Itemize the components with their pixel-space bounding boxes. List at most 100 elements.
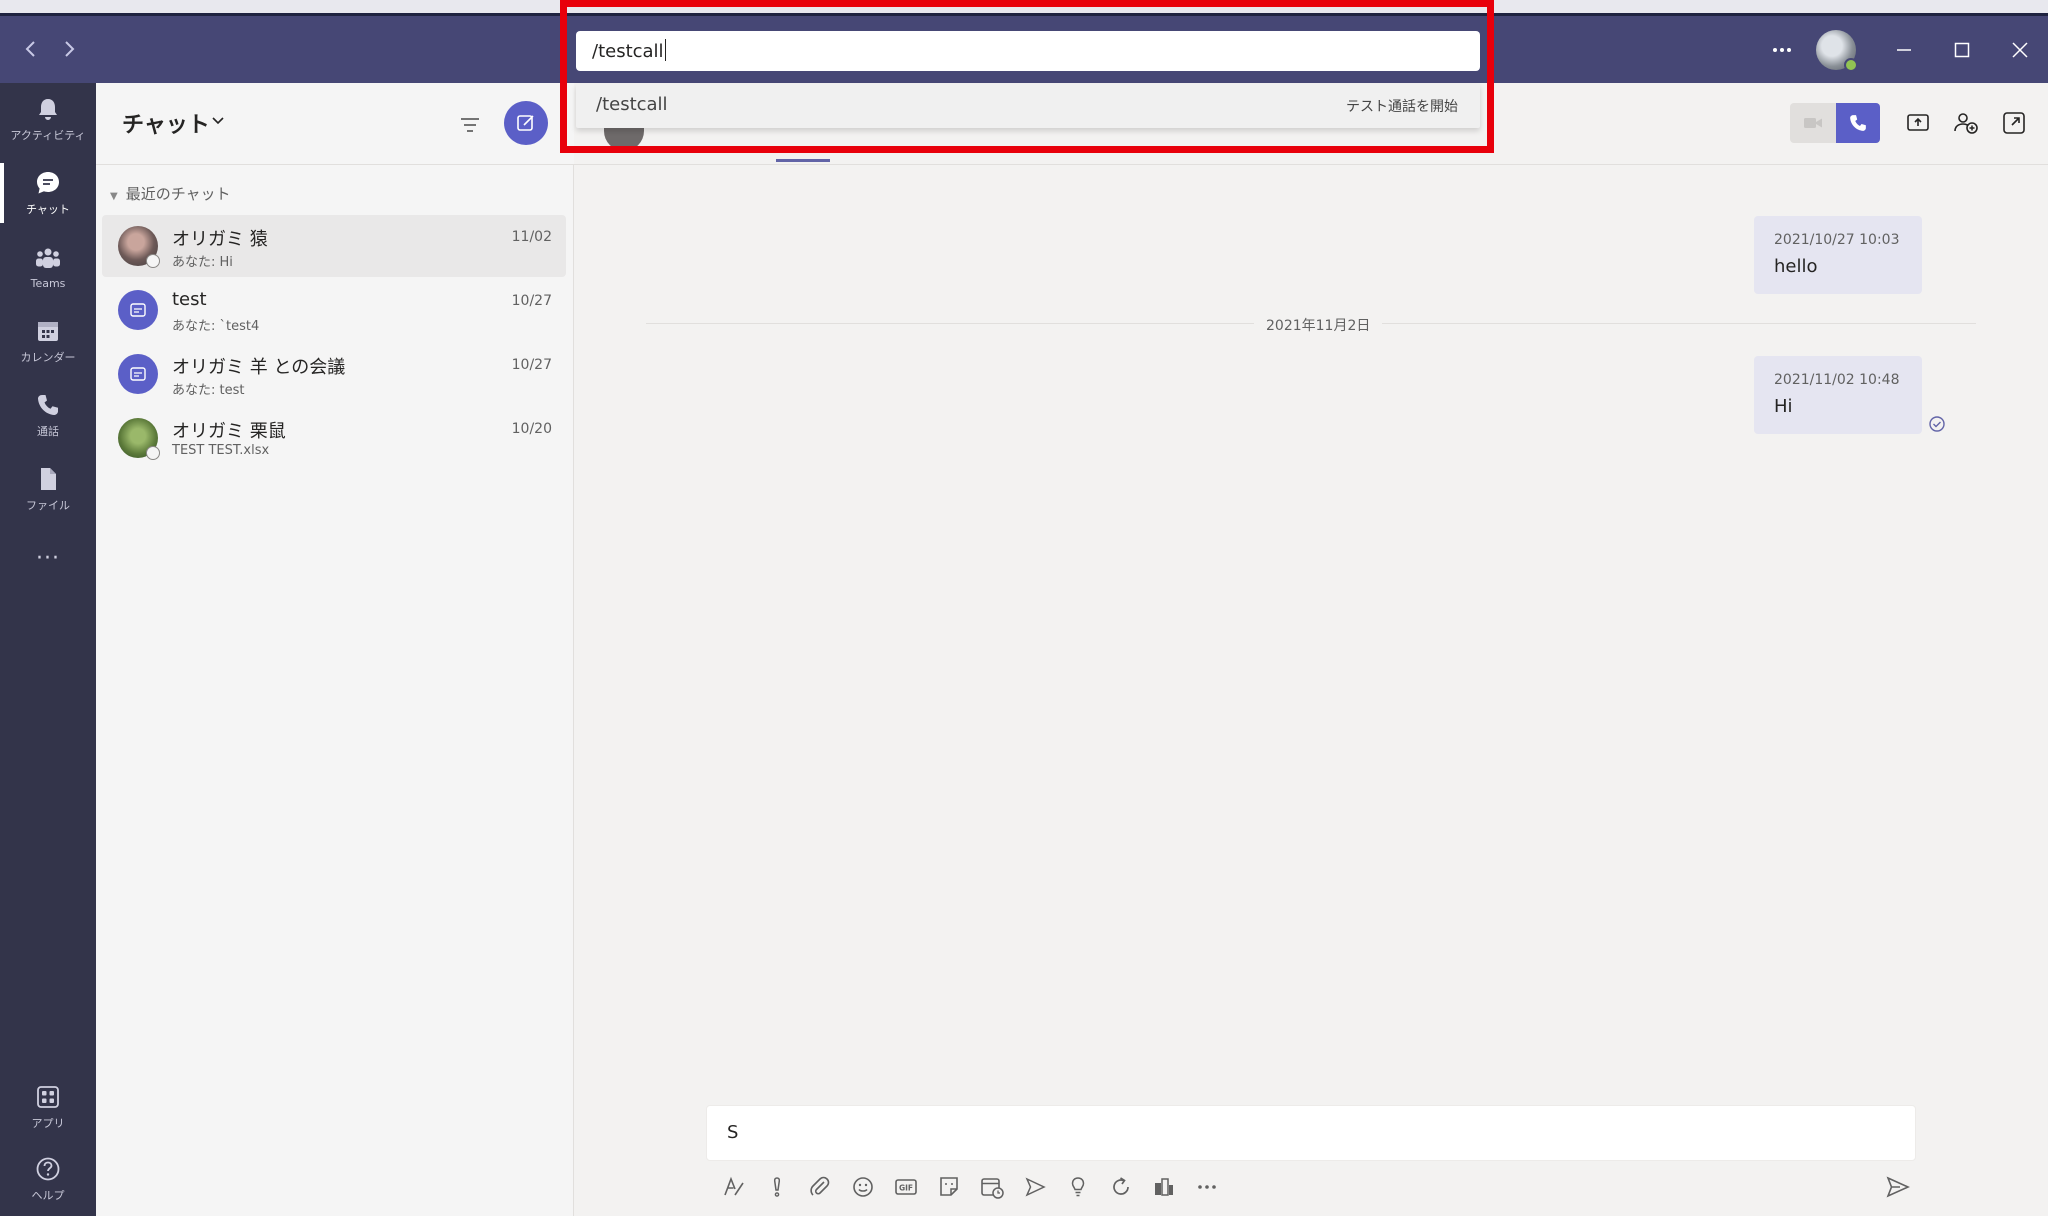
chat-list-pane: チャット ▼ 最近のチャット オリガミ 猿 あなた: Hi 11/02 test … [96, 83, 574, 1216]
rail-item-activity[interactable]: アクティビティ [0, 83, 96, 155]
message-text: hello [1774, 256, 1818, 277]
rail-label-activity: アクティビティ [10, 129, 86, 142]
format-icon [723, 1176, 744, 1196]
add-people-icon[interactable] [1952, 109, 1980, 137]
audio-call-button[interactable] [1836, 103, 1880, 143]
meeting-chat-icon [130, 367, 146, 381]
avatar [118, 226, 160, 268]
more-horizontal-icon [1197, 1185, 1216, 1189]
rail-label-calls: 通話 [37, 425, 59, 438]
file-icon [41, 468, 56, 490]
chat-list-item[interactable]: オリガミ 猿 あなた: Hi 11/02 [102, 215, 566, 277]
attach-button[interactable] [798, 1169, 841, 1205]
rail-label-teams: Teams [30, 276, 66, 290]
forward-arrow-icon[interactable] [54, 34, 84, 64]
paperclip-icon [809, 1176, 829, 1196]
compose-input-text: S [727, 1122, 739, 1143]
presence-available-icon [1844, 58, 1858, 72]
avatar [118, 290, 158, 330]
more-extensions-button[interactable] [1185, 1169, 1228, 1205]
rail-item-teams[interactable]: Teams [0, 231, 96, 303]
message-compose-box[interactable]: S [706, 1105, 1916, 1161]
chat-date: 10/20 [511, 421, 552, 437]
chat-preview: あなた: `test4 [172, 319, 260, 334]
calendar-icon [38, 322, 58, 341]
chat-list-title[interactable]: チャット [122, 107, 210, 139]
rail-more-button[interactable]: ··· [0, 533, 96, 583]
loop-button[interactable] [1099, 1169, 1142, 1205]
video-camera-icon [1804, 118, 1822, 128]
schedule-meeting-button[interactable] [970, 1169, 1013, 1205]
calendar-clock-icon [980, 1178, 1004, 1199]
recent-chats-section[interactable]: ▼ 最近のチャット [110, 183, 231, 204]
maximize-icon[interactable] [1942, 30, 1982, 70]
rail-item-calendar[interactable]: カレンダー [0, 305, 96, 377]
refresh-icon [1112, 1177, 1129, 1195]
chat-date: 10/27 [511, 293, 552, 309]
share-screen-icon[interactable] [1904, 109, 1932, 137]
chat-list-header: チャット [96, 83, 574, 165]
teams-icon [36, 248, 60, 268]
stream-button[interactable] [1013, 1169, 1056, 1205]
emoji-icon [852, 1177, 873, 1197]
rail-item-apps[interactable]: アプリ [0, 1071, 96, 1143]
filter-icon[interactable] [456, 111, 484, 139]
message-timestamp: 2021/11/02 10:48 [1774, 372, 1900, 388]
priority-button[interactable] [755, 1169, 798, 1205]
phone-icon [38, 395, 58, 415]
rail-label-help: ヘルプ [31, 1189, 65, 1202]
user-avatar[interactable] [1816, 30, 1858, 72]
rail-item-calls[interactable]: 通話 [0, 379, 96, 451]
forms-button[interactable] [1142, 1169, 1185, 1205]
avatar [118, 354, 158, 394]
avatar [118, 418, 160, 460]
rail-item-files[interactable]: ファイル [0, 453, 96, 525]
compose-toolbar: GIF [712, 1165, 1228, 1209]
presence-offline-icon [146, 254, 160, 268]
message-text: Hi [1774, 396, 1793, 417]
more-apps-icon: ··· [36, 545, 60, 571]
emoji-button[interactable] [841, 1169, 884, 1205]
chat-preview: TEST TEST.xlsx [172, 443, 270, 458]
play-triangle-icon [1025, 1177, 1046, 1197]
chat-icon [37, 172, 59, 194]
apps-icon [37, 1086, 59, 1108]
active-tab-indicator [776, 159, 830, 162]
send-button[interactable] [1880, 1169, 1916, 1205]
minimize-icon[interactable] [1884, 30, 1924, 70]
pop-out-icon[interactable] [2000, 109, 2028, 137]
gif-button[interactable]: GIF [884, 1169, 927, 1205]
message-bubble[interactable]: 2021/10/27 10:03 hello [1754, 216, 1922, 294]
chat-list-item[interactable]: オリガミ 羊 との会議 あなた: test 10/27 [102, 343, 566, 405]
close-icon[interactable] [2000, 30, 2040, 70]
video-call-button[interactable] [1790, 103, 1836, 143]
send-icon [1886, 1176, 1910, 1198]
format-button[interactable] [712, 1169, 755, 1205]
message-timestamp: 2021/10/27 10:03 [1774, 232, 1900, 248]
bell-icon [39, 99, 57, 120]
more-options-icon[interactable] [1762, 30, 1802, 70]
compose-icon [517, 115, 534, 131]
rail-item-chat[interactable]: チャット [0, 157, 96, 229]
rail-label-chat: チャット [26, 203, 70, 216]
chat-list-item[interactable]: test あなた: `test4 10/27 [102, 279, 566, 341]
highlight-annotation-box [560, 0, 1494, 153]
chevron-down-icon[interactable] [208, 111, 228, 131]
chat-name: test [172, 289, 207, 310]
new-chat-button[interactable] [504, 101, 548, 145]
help-icon [36, 1157, 60, 1181]
chat-list-item[interactable]: オリガミ 栗鼠 TEST TEST.xlsx 10/20 [102, 407, 566, 469]
chat-name: オリガミ 羊 との会議 [172, 357, 346, 378]
praise-button[interactable] [1056, 1169, 1099, 1205]
app-rail: アクティビティ チャット Teams カレンダー 通話 ファイル ··· アプリ… [0, 83, 96, 1216]
phone-icon [1850, 115, 1866, 131]
date-divider-label: 2021年11月2日 [1254, 315, 1383, 335]
meeting-chat-icon [130, 303, 146, 317]
chat-preview: あなた: test [172, 383, 245, 398]
back-arrow-icon[interactable] [16, 34, 46, 64]
message-bubble[interactable]: 2021/11/02 10:48 Hi [1754, 356, 1922, 434]
rail-item-help[interactable]: ヘルプ [0, 1143, 96, 1215]
conversation-pane: 2021/10/27 10:03 hello 2021年11月2日 2021/1… [574, 83, 2048, 1216]
chat-date: 11/02 [511, 229, 552, 245]
sticker-button[interactable] [927, 1169, 970, 1205]
